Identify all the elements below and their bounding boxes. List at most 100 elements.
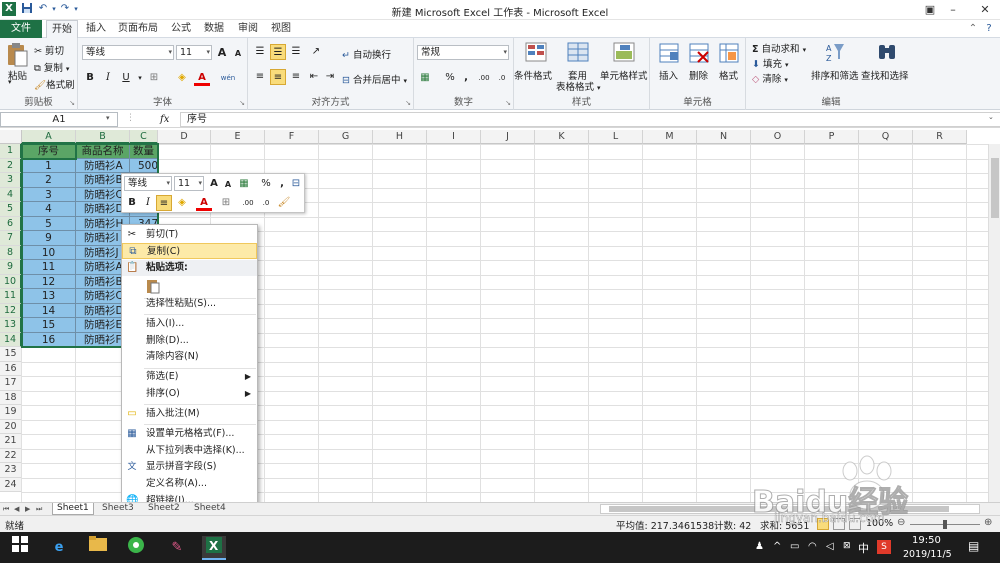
mini-accounting-icon[interactable]: ▦ <box>236 176 252 192</box>
mini-font-name-combo[interactable]: 等线 ▾ <box>124 176 172 191</box>
cell-styles-button[interactable]: 单元格样式 <box>600 68 648 82</box>
mini-font-color-icon[interactable]: A <box>196 195 212 211</box>
vertical-scroll-thumb[interactable] <box>991 158 999 218</box>
column-header-j[interactable]: J <box>481 130 535 144</box>
clock-time[interactable]: 19:50 <box>912 535 941 546</box>
zoom-out-icon[interactable]: ⊖ <box>897 517 905 528</box>
insert-function-button[interactable]: fx <box>160 112 176 127</box>
paste-option-icon[interactable] <box>146 278 160 294</box>
browser-green-icon[interactable] <box>124 536 148 560</box>
clipboard-launcher-icon[interactable]: ↘ <box>69 99 75 107</box>
wrap-text-button[interactable]: ↵ 自动换行 <box>342 47 391 61</box>
row-header-10[interactable]: 10 <box>0 274 22 289</box>
decrease-indent-icon[interactable]: ⇤ <box>306 69 322 85</box>
row-header-11[interactable]: 11 <box>0 289 22 304</box>
row-header-24[interactable]: 24 <box>0 477 22 492</box>
input-language[interactable]: 中 <box>858 540 869 556</box>
column-header-d[interactable]: D <box>158 130 211 144</box>
align-top-icon[interactable]: ☰ <box>252 44 268 60</box>
clear-button[interactable]: ◇ 清除 ▾ <box>752 71 788 85</box>
battery-icon[interactable]: ▭ <box>790 541 799 552</box>
mini-format-painter-icon[interactable]: 🖌 <box>276 195 292 211</box>
clock-date[interactable]: 2019/11/5 <box>903 549 952 560</box>
ime-mode-icon[interactable]: ⊠ <box>843 541 851 551</box>
column-header-e[interactable]: E <box>211 130 265 144</box>
menu-item-define-name[interactable]: 定义名称(A)... <box>122 476 257 492</box>
row-header-8[interactable]: 8 <box>0 245 22 260</box>
formula-input[interactable]: 序号 <box>180 112 1000 127</box>
tab-insert[interactable]: 插入 <box>84 20 108 38</box>
column-header-f[interactable]: F <box>265 130 319 144</box>
align-middle-icon[interactable]: ☰ <box>270 44 286 60</box>
number-format-combo[interactable]: 常规 ▾ <box>417 45 509 60</box>
row-header-6[interactable]: 6 <box>0 216 22 231</box>
format-painter-button[interactable]: 🖌格式刷 <box>34 77 75 91</box>
increase-decimal-icon[interactable]: .00 <box>476 70 492 86</box>
mini-percent-button[interactable]: % <box>258 176 274 192</box>
font-launcher-icon[interactable]: ↘ <box>239 99 245 107</box>
align-right-icon[interactable]: ≡ <box>288 69 304 85</box>
percent-style-button[interactable]: % <box>442 70 458 86</box>
cut-button[interactable]: ✂ 剪切 <box>34 43 64 57</box>
menu-item-copy[interactable]: ⧉ 复制(C) <box>122 243 257 259</box>
row-header-18[interactable]: 18 <box>0 390 22 405</box>
font-color-icon[interactable]: A <box>194 70 210 86</box>
mini-shrink-font-icon[interactable]: A <box>220 177 236 193</box>
binoculars-icon[interactable] <box>876 41 898 63</box>
row-header-4[interactable]: 4 <box>0 187 22 202</box>
tab-review[interactable]: 审阅 <box>235 20 261 38</box>
comma-style-button[interactable]: , <box>458 70 474 86</box>
column-header-k[interactable]: K <box>535 130 589 144</box>
align-bottom-icon[interactable]: ☰ <box>288 44 304 60</box>
conditional-formatting-icon[interactable] <box>524 41 548 63</box>
name-box-dropdown-icon[interactable]: ▾ <box>106 114 110 122</box>
find-select-button[interactable]: 查找和选择 <box>861 68 909 82</box>
excel-taskbar-icon[interactable]: X <box>202 536 226 560</box>
tab-file[interactable]: 文件 <box>0 20 42 38</box>
notifications-chevron-icon[interactable]: ^ <box>773 541 781 552</box>
minimize-button[interactable]: – <box>938 0 968 20</box>
row-header-5[interactable]: 5 <box>0 202 22 217</box>
menu-item-delete[interactable]: 删除(D)... <box>122 333 257 349</box>
column-header-l[interactable]: L <box>589 130 643 144</box>
menu-item-insert[interactable]: 插入(I)... <box>122 316 257 332</box>
row-header-2[interactable]: 2 <box>0 158 22 173</box>
phonetic-guide-icon[interactable]: wén <box>220 70 236 86</box>
orientation-icon[interactable]: ↗ <box>308 44 324 60</box>
row-header-13[interactable]: 13 <box>0 318 22 333</box>
collapse-ribbon-icon[interactable]: ⌃ <box>966 20 980 38</box>
column-header-h[interactable]: H <box>373 130 427 144</box>
sheet-tab-sheet4[interactable]: Sheet4 <box>190 503 230 515</box>
row-header-17[interactable]: 17 <box>0 376 22 391</box>
row-header-9[interactable]: 9 <box>0 260 22 275</box>
delete-cells-icon[interactable] <box>688 42 710 64</box>
column-header-p[interactable]: P <box>805 130 859 144</box>
mini-italic-button[interactable]: I <box>140 195 156 211</box>
row-header-22[interactable]: 22 <box>0 448 22 463</box>
font-name-combo[interactable]: 等线 ▾ <box>82 45 174 60</box>
menu-item-phonetic[interactable]: 文显示拼音字段(S) <box>122 459 257 475</box>
column-header-i[interactable]: I <box>427 130 481 144</box>
mini-center-icon[interactable]: ≡ <box>156 195 172 211</box>
cell-styles-icon[interactable] <box>612 41 636 63</box>
sheet-tab-sheet1[interactable]: Sheet1 <box>52 503 94 515</box>
edge-browser-icon[interactable]: e <box>47 536 71 560</box>
close-button[interactable]: ✕ <box>970 0 1000 20</box>
mini-decrease-decimal-icon[interactable]: .0 <box>258 195 274 211</box>
fill-button[interactable]: ⬇ 填充 ▾ <box>752 56 789 70</box>
windows-start-icon[interactable] <box>8 536 32 560</box>
file-explorer-icon[interactable] <box>86 536 110 560</box>
select-all-corner[interactable] <box>0 130 22 144</box>
mini-increase-decimal-icon[interactable]: .00 <box>240 195 256 211</box>
format-button[interactable]: 格式 <box>719 68 738 82</box>
format-cells-icon[interactable] <box>718 42 740 64</box>
row-header-14[interactable]: 14 <box>0 332 22 347</box>
italic-button[interactable]: I <box>100 70 116 86</box>
grow-font-button[interactable]: A <box>214 45 230 61</box>
autosum-button[interactable]: Σ 自动求和 ▾ <box>752 41 806 55</box>
page-layout-view-icon[interactable] <box>833 518 845 530</box>
menu-item-filter[interactable]: 筛选(E) ▶ <box>122 369 257 385</box>
alignment-launcher-icon[interactable]: ↘ <box>405 99 411 107</box>
increase-indent-icon[interactable]: ⇥ <box>322 69 338 85</box>
prev-sheet-icon[interactable]: ◀ <box>14 503 19 515</box>
